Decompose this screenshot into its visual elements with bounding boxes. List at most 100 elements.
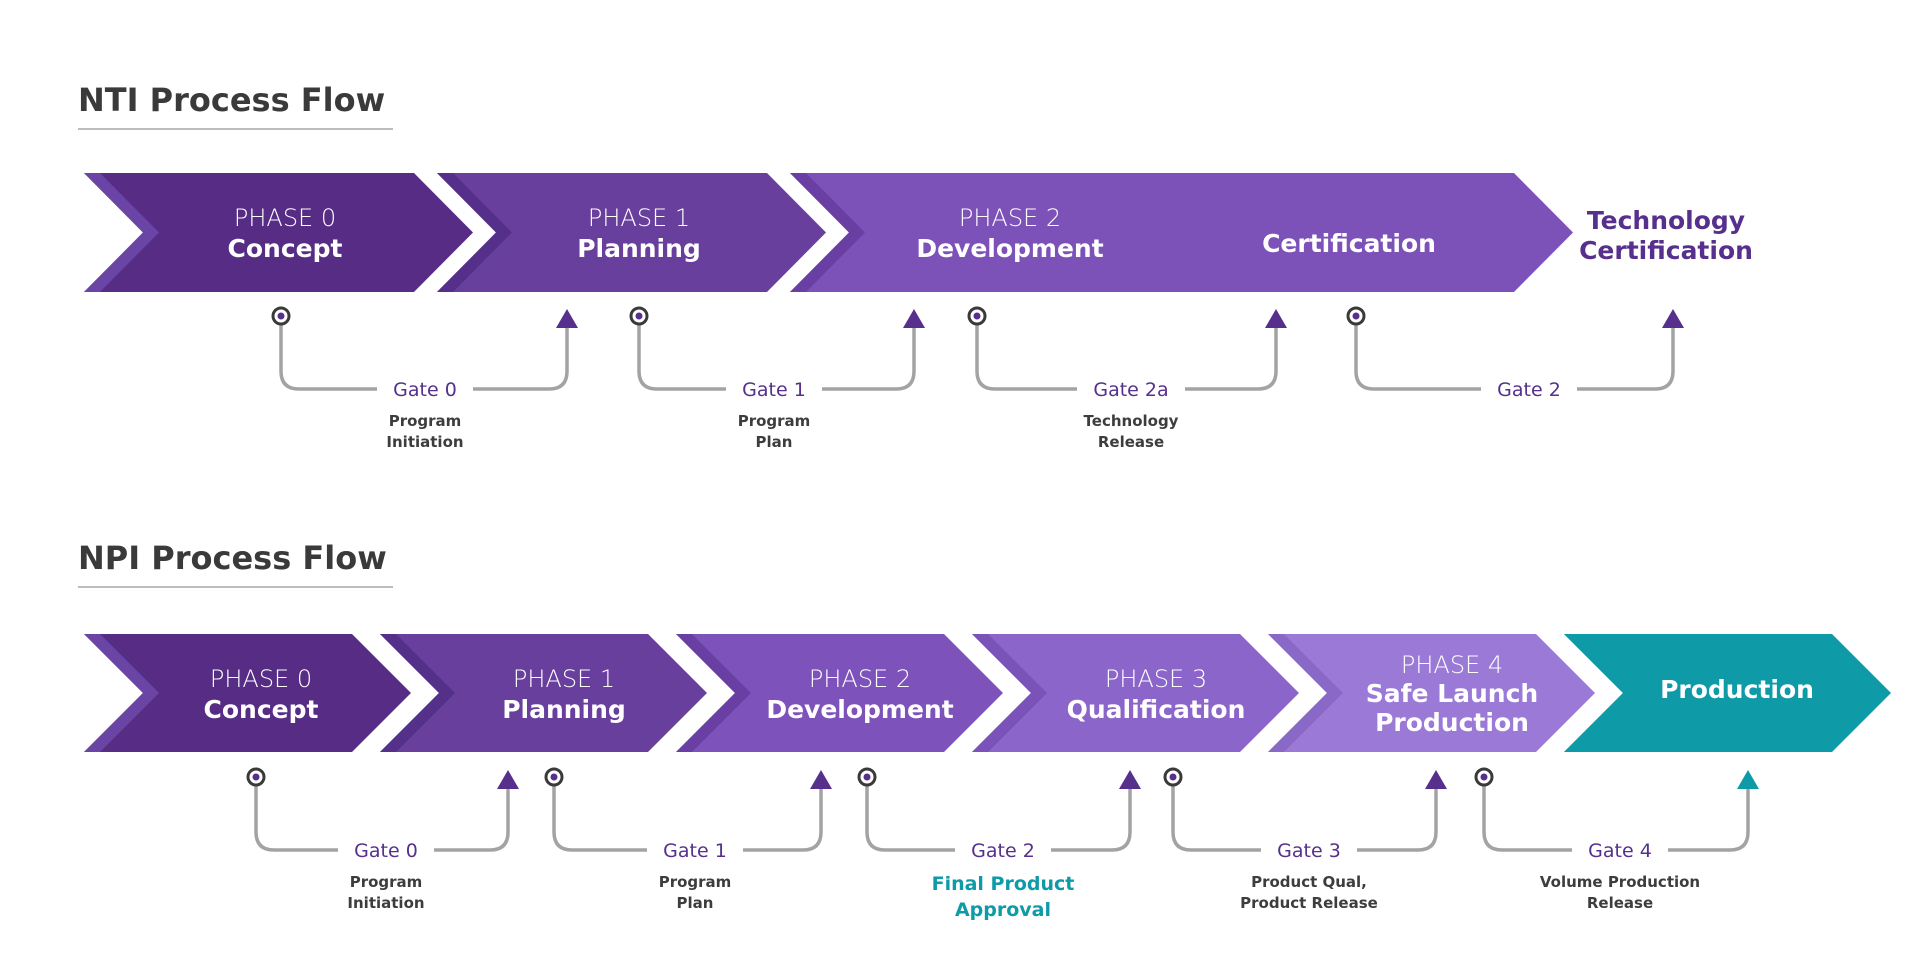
gate-description-line1: Program — [738, 412, 811, 430]
gate-description-line1: Volume Production — [1540, 873, 1700, 891]
gate-connector-right — [1185, 314, 1278, 391]
arrow-up-icon — [497, 770, 519, 789]
gate-connector-right — [1668, 775, 1750, 852]
nti-outcome-line2: Certification — [1579, 236, 1753, 265]
phase-name: Planning — [577, 234, 701, 263]
npi-gate-1: Gate 1 Program Plan — [544, 767, 832, 912]
phase-name: Development — [916, 234, 1103, 263]
gate-label: Gate 1 — [663, 840, 727, 862]
gate-connector-left — [1354, 324, 1481, 391]
gate-label: Gate 2a — [1093, 379, 1168, 401]
phase-name: Production — [1660, 675, 1814, 704]
nti-phase-2-arrow: PHASE 2Development Certification — [790, 173, 1573, 292]
npi-phase-5-arrow: Production — [1564, 634, 1891, 752]
nti-section: NTI Process Flow PHASE 0ConceptPHASE 1Pl… — [78, 81, 1753, 451]
arrow-up-icon — [1425, 770, 1447, 789]
gate-description-line2: Plan — [756, 433, 793, 451]
nti-phase-1-arrow-shape — [437, 173, 826, 292]
gate-start-dot — [550, 773, 558, 781]
phase-extra-label: Certification — [1262, 229, 1436, 258]
arrow-up-icon — [1265, 309, 1287, 328]
gate-start-dot — [973, 312, 981, 320]
gate-start-dot — [1352, 312, 1360, 320]
nti-outcome-line1: Technology — [1587, 206, 1745, 235]
arrow-up-icon — [1119, 770, 1141, 789]
phase-number: PHASE 0 — [210, 665, 312, 693]
gate-description-line1: Program — [350, 873, 423, 891]
phase-number: PHASE 2 — [959, 204, 1061, 232]
nti-phase-0-arrow-shape — [84, 173, 473, 292]
npi-gate-2: Gate 2 Final Product Approval — [857, 767, 1141, 921]
nti-gate-1: Gate 1 Program Plan — [629, 306, 925, 451]
gate-connector-right — [1577, 314, 1675, 391]
npi-phase-1-arrow-shape — [380, 634, 707, 752]
gate-description-line2: Approval — [955, 899, 1051, 921]
phase-name: Concept — [228, 234, 343, 263]
gate-label: Gate 2 — [1497, 379, 1561, 401]
nti-phase-2-arrow-shape — [790, 173, 1573, 292]
npi-phase-3-arrow: PHASE 3Qualification — [972, 634, 1299, 752]
gate-label: Gate 4 — [1588, 840, 1652, 862]
npi-phase-0-arrow: PHASE 0Concept — [84, 634, 411, 752]
arrow-up-icon — [903, 309, 925, 328]
npi-gate-3: Gate 3 Product Qual, Product Release — [1163, 767, 1447, 912]
gate-description-line1: Technology — [1084, 412, 1179, 430]
gate-description-line1: Product Qual, — [1251, 873, 1367, 891]
nti-title: NTI Process Flow — [78, 81, 385, 119]
arrow-up-icon — [1737, 770, 1759, 789]
gate-label: Gate 0 — [354, 840, 418, 862]
nti-phase-arrows: PHASE 0ConceptPHASE 1PlanningPHASE 2Deve… — [84, 173, 1573, 292]
gate-label: Gate 3 — [1277, 840, 1341, 862]
nti-phase-1-arrow: PHASE 1Planning — [437, 173, 826, 292]
phase-number: PHASE 1 — [588, 204, 690, 232]
gate-start-dot — [1169, 773, 1177, 781]
npi-phase-2-arrow-shape — [676, 634, 1003, 752]
arrow-up-icon — [1662, 309, 1684, 328]
gate-connector-left — [1482, 785, 1572, 852]
phase-name-line2: Production — [1375, 708, 1529, 737]
phase-number: PHASE 3 — [1105, 665, 1207, 693]
gate-description-line2: Initiation — [347, 894, 424, 912]
npi-phase-arrows: PHASE 0ConceptPHASE 1PlanningPHASE 2Deve… — [84, 634, 1891, 752]
gate-connector-left — [552, 785, 647, 852]
npi-gate-0: Gate 0 Program Initiation — [246, 767, 519, 912]
gate-start-dot — [1480, 773, 1488, 781]
process-flow-diagram: NTI Process Flow PHASE 0ConceptPHASE 1Pl… — [78, 81, 1891, 921]
phase-number: PHASE 4 — [1401, 651, 1503, 679]
npi-phase-2-arrow: PHASE 2Development — [676, 634, 1003, 752]
gate-label: Gate 2 — [971, 840, 1035, 862]
gate-start-dot — [635, 312, 643, 320]
gate-start-dot — [252, 773, 260, 781]
gate-connector-left — [1171, 785, 1261, 852]
gate-description-line2: Release — [1098, 433, 1164, 451]
phase-number: PHASE 1 — [513, 665, 615, 693]
arrow-up-icon — [556, 309, 578, 328]
npi-gate-4: Gate 4 Volume Production Release — [1474, 767, 1759, 912]
npi-phase-4-arrow: PHASE 4Safe LaunchProduction — [1268, 634, 1595, 752]
gate-description-line1: Program — [389, 412, 462, 430]
gate-label: Gate 1 — [742, 379, 806, 401]
nti-gate-0: Gate 0 Program Initiation — [271, 306, 578, 451]
phase-name: Qualification — [1067, 695, 1246, 724]
gate-connector-right — [1051, 775, 1132, 852]
gate-connector-left — [279, 324, 377, 391]
npi-phase-3-arrow-shape — [972, 634, 1299, 752]
gate-connector-right — [473, 314, 569, 391]
gate-connector-left — [865, 785, 955, 852]
gate-description-line2: Product Release — [1240, 894, 1378, 912]
npi-phase-0-arrow-shape — [84, 634, 411, 752]
nti-gate-3: Gate 2 — [1346, 306, 1684, 401]
npi-phase-1-arrow: PHASE 1Planning — [380, 634, 707, 752]
gate-description-line2: Release — [1587, 894, 1653, 912]
gate-connector-right — [434, 775, 510, 852]
npi-title: NPI Process Flow — [78, 539, 387, 577]
nti-gates: Gate 0 Program Initiation Gate 1 Program Plan… — [271, 306, 1684, 451]
phase-number: PHASE 2 — [809, 665, 911, 693]
nti-phase-0-arrow: PHASE 0Concept — [84, 173, 473, 292]
phase-name: Planning — [502, 695, 626, 724]
gate-connector-right — [822, 314, 916, 391]
gate-description-line2: Initiation — [386, 433, 463, 451]
phase-name: Development — [766, 695, 953, 724]
gate-description-line2: Plan — [677, 894, 714, 912]
gate-label: Gate 0 — [393, 379, 457, 401]
